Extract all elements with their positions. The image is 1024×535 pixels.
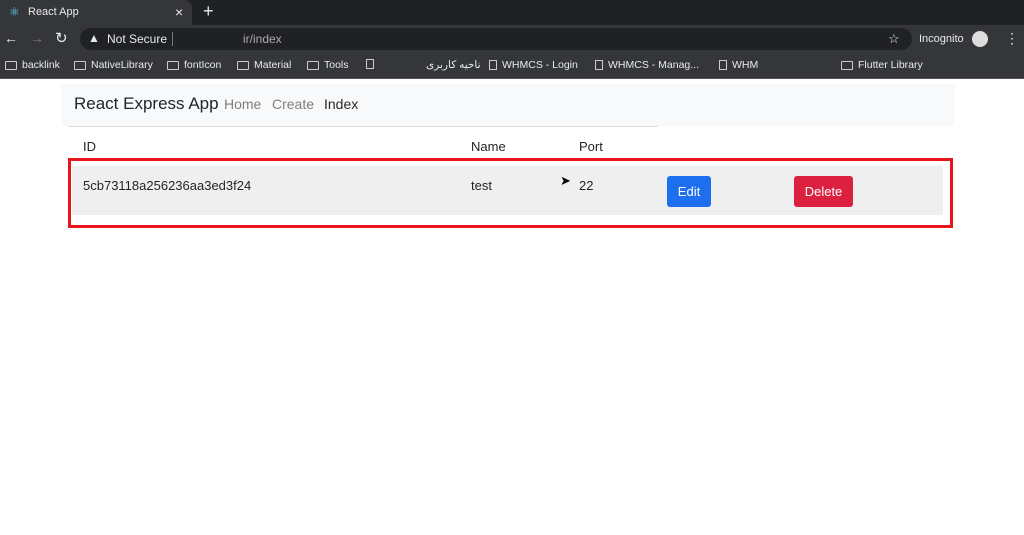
bookmark-flutter-library[interactable]: Flutter Library bbox=[841, 59, 923, 71]
header-port: Port bbox=[579, 139, 603, 154]
menu-icon[interactable]: ⋮ bbox=[1005, 30, 1019, 47]
header-name: Name bbox=[471, 139, 506, 154]
navbar: React Express App Home Create Index bbox=[61, 84, 955, 126]
folder-icon bbox=[841, 60, 853, 70]
close-tab-icon[interactable]: × bbox=[175, 4, 183, 20]
bookmark-label: WHMCS - Manag... bbox=[608, 59, 700, 71]
bookmark-fonticon[interactable]: fontIcon bbox=[167, 59, 221, 71]
bookmark-label: Material bbox=[254, 59, 292, 71]
browser-toolbar: ← → ↻ ▲ Not Secure ir/index ☆ Incognito … bbox=[0, 25, 1024, 53]
bookmark-backlink[interactable]: backlink bbox=[5, 59, 60, 71]
address-bar[interactable]: ▲ Not Secure ir/index ☆ bbox=[80, 28, 912, 50]
bookmark-user-area[interactable]: ناحیه کاربری bbox=[426, 59, 481, 71]
react-icon: ⚛ bbox=[9, 5, 20, 19]
folder-icon bbox=[167, 60, 179, 70]
warning-icon: ▲ bbox=[88, 31, 100, 45]
incognito-label: Incognito bbox=[919, 33, 964, 45]
bookmark-tools[interactable]: Tools bbox=[307, 59, 349, 71]
nav-link-home[interactable]: Home bbox=[224, 96, 261, 112]
new-tab-button[interactable]: + bbox=[203, 1, 214, 22]
bookmark-page[interactable] bbox=[366, 59, 374, 69]
bookmark-label: Flutter Library bbox=[858, 59, 923, 71]
bookmarks-bar: backlink NativeLibrary fontIcon Material… bbox=[0, 53, 1024, 79]
bookmark-whmcs-login[interactable]: WHMCS - Login bbox=[489, 59, 578, 71]
folder-icon bbox=[237, 60, 249, 70]
folder-icon bbox=[74, 60, 86, 70]
bookmark-nativelibrary[interactable]: NativeLibrary bbox=[74, 59, 153, 71]
security-label[interactable]: Not Secure bbox=[107, 32, 167, 46]
bookmark-label: WHM bbox=[732, 59, 759, 71]
forward-icon[interactable]: → bbox=[30, 30, 44, 46]
incognito-icon[interactable] bbox=[972, 31, 988, 47]
page-icon bbox=[489, 60, 497, 70]
nav-link-create[interactable]: Create bbox=[272, 96, 314, 112]
navbar-brand[interactable]: React Express App bbox=[74, 94, 219, 114]
bookmark-label: WHMCS - Login bbox=[502, 59, 578, 71]
nav-link-index[interactable]: Index bbox=[324, 96, 358, 112]
bookmark-label: fontIcon bbox=[184, 59, 222, 71]
bookmark-label: NativeLibrary bbox=[91, 59, 153, 71]
page-icon bbox=[595, 60, 603, 70]
highlight-box bbox=[68, 158, 953, 228]
page-icon bbox=[719, 60, 727, 70]
bookmark-whm[interactable]: WHM bbox=[719, 59, 758, 71]
header-id: ID bbox=[83, 139, 96, 154]
folder-icon bbox=[5, 60, 17, 70]
folder-icon bbox=[307, 60, 319, 70]
divider bbox=[68, 126, 658, 127]
star-icon[interactable]: ☆ bbox=[888, 31, 900, 47]
reload-icon[interactable]: ↻ bbox=[55, 29, 68, 47]
back-icon[interactable]: ← bbox=[4, 30, 18, 46]
page-icon bbox=[366, 59, 374, 69]
bookmark-label: ناحیه کاربری bbox=[426, 59, 481, 71]
tab-title: React App bbox=[28, 6, 79, 18]
divider bbox=[172, 32, 173, 46]
bookmark-whmcs-manage[interactable]: WHMCS - Manag... bbox=[595, 59, 699, 71]
bookmark-material[interactable]: Material bbox=[237, 59, 291, 71]
tab-react-app[interactable]: ⚛ React App × bbox=[0, 0, 192, 25]
url-text[interactable]: ir/index bbox=[243, 32, 282, 46]
bookmark-label: backlink bbox=[22, 59, 60, 71]
tab-bar: ⚛ React App × + bbox=[0, 0, 1024, 25]
bookmark-label: Tools bbox=[324, 59, 349, 71]
